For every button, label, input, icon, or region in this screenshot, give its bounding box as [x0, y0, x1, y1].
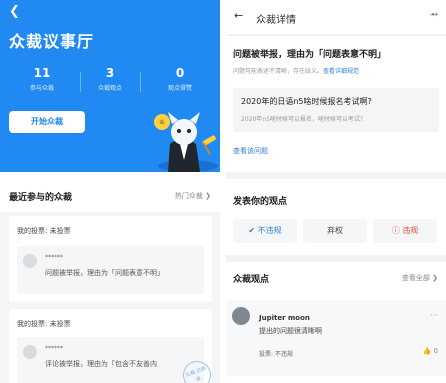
more-icon[interactable]: ··· — [430, 311, 438, 320]
arrow-left-icon[interactable]: ← — [234, 9, 243, 22]
question-description: 2020年n5啥时候可以报名，啥时候可以考试? — [241, 116, 364, 123]
judgment-card[interactable]: 我的投票: 未投票 ****** 评论被举报，理由为「包含不友善内 众裁 已结束 — [9, 309, 215, 383]
stat-value: 0 — [175, 66, 185, 80]
divider — [226, 172, 446, 179]
like-button[interactable]: 👍 0 — [423, 347, 438, 355]
stat-participated: 11 参与众裁 — [12, 66, 72, 92]
report-title: 问题被举报，理由为「问题表意不明」 — [233, 50, 387, 60]
report-reason: 问题被举报，理由为「问题表意不明」 — [45, 269, 164, 277]
not-violation-button[interactable]: ✔ 不违规 — [233, 219, 297, 243]
username: ****** — [45, 254, 63, 261]
avatar — [23, 254, 37, 268]
view-all-link[interactable]: 查看全部 ❯ — [402, 273, 438, 283]
stat-value: 3 — [105, 66, 115, 80]
my-vote: 我的投票: 未投票 — [17, 320, 71, 328]
stat-label: 参与众裁 — [29, 85, 54, 92]
avatar — [232, 307, 250, 325]
like-count: 0 — [433, 347, 438, 355]
judgment-card[interactable]: 我的投票: 未投票 ****** 问题被举报，理由为「问题表意不明」 — [9, 216, 212, 302]
stat-opinions: 3 众裁观点 — [80, 66, 140, 92]
option-label: 不违规 — [257, 226, 282, 235]
link-label: 热门众裁 — [174, 192, 203, 200]
alert-circle-icon: ⓘ — [391, 226, 400, 235]
comment-text: 提出的问题很清晰啊 — [259, 327, 322, 335]
violation-button[interactable]: ⓘ 违规 — [373, 219, 437, 243]
stat-label: 观点得赞 — [167, 85, 192, 92]
page-title: 众裁议事厅 — [9, 32, 95, 51]
chevron-right-icon: ❯ — [432, 274, 438, 282]
question-title: 2020年的日语n5啥时候报名考试啊? — [241, 97, 372, 106]
svg-text:众: 众 — [159, 120, 164, 126]
divider — [226, 255, 446, 262]
avatar — [23, 345, 37, 359]
chevron-right-icon: ❯ — [205, 192, 211, 200]
check-circle-icon: ✔ — [248, 226, 256, 235]
abstain-button[interactable]: 弃权 — [303, 219, 367, 243]
case-preview: ****** 评论被举报，理由为「包含不友善内 — [17, 337, 204, 383]
divider — [140, 72, 141, 92]
nav-title: 众裁详情 — [256, 15, 296, 26]
section-title: 最近参与的众裁 — [9, 193, 73, 203]
council-hall-panel: ❮ 众裁议事厅 11 参与众裁 3 众裁观点 0 观点得赞 开始众裁 众 最近参… — [0, 0, 220, 383]
mascot-illustration: 众 — [154, 112, 218, 172]
stat-likes: 0 观点得赞 — [150, 66, 210, 92]
report-description-text: 问题可能表述不清晰，存在歧义。 — [233, 68, 324, 75]
screen: ❮ 众裁议事厅 11 参与众裁 3 众裁观点 0 观点得赞 开始众裁 众 最近参… — [0, 0, 446, 383]
option-label: 违规 — [402, 226, 419, 235]
hero-banner: ❮ 众裁议事厅 11 参与众裁 3 众裁观点 0 观点得赞 开始众裁 众 — [0, 0, 220, 172]
opinion-item: Jupiter moon ··· 提出的问题很清晰啊 投票: 不违规 👍 0 — [226, 300, 446, 376]
start-judging-button[interactable]: 开始众裁 — [9, 111, 85, 133]
link-label: 查看全部 — [401, 274, 430, 282]
commenter-vote: 投票: 不违规 — [259, 351, 293, 358]
recent-section-header: 最近参与的众裁 热门众裁 ❯ — [0, 172, 220, 212]
report-description: 问题可能表述不清晰，存在歧义。查看详细规范 — [233, 66, 359, 75]
thumbs-up-icon: 👍 — [422, 347, 432, 355]
stat-value: 11 — [33, 66, 51, 80]
hot-judgments-link[interactable]: 热门众裁 ❯ — [175, 191, 211, 201]
commenter-name: Jupiter moon — [259, 314, 310, 322]
option-label: 弃权 — [327, 226, 343, 235]
report-reason: 评论被举报，理由为「包含不友善内 — [45, 360, 157, 368]
case-preview: ****** 问题被举报，理由为「问题表意不明」 — [17, 246, 204, 294]
my-vote: 我的投票: 未投票 — [17, 227, 71, 235]
question-card[interactable]: 2020年的日语n5啥时候报名考试啊? 2020年n5啥时候可以报名，啥时候可以… — [233, 88, 439, 132]
section-title: 发表你的观点 — [233, 197, 288, 207]
share-icon[interactable]: ⥇ — [430, 9, 438, 20]
section-title: 众裁观点 — [233, 275, 270, 285]
judgment-detail-panel: ← 众裁详情 ⥇ 问题被举报，理由为「问题表意不明」 问题可能表述不清晰，存在歧… — [226, 0, 446, 383]
back-icon[interactable]: ❮ — [9, 4, 20, 19]
guideline-link[interactable]: 查看详细规范 — [323, 68, 359, 75]
username: ****** — [45, 345, 63, 352]
view-question-link[interactable]: 查看该问题 — [233, 146, 268, 156]
stat-label: 众裁观点 — [97, 85, 122, 92]
stats-row: 11 参与众裁 3 众裁观点 0 观点得赞 — [0, 66, 220, 100]
divider — [226, 34, 446, 36]
nav-bar: ← 众裁详情 ⥇ — [226, 0, 446, 34]
